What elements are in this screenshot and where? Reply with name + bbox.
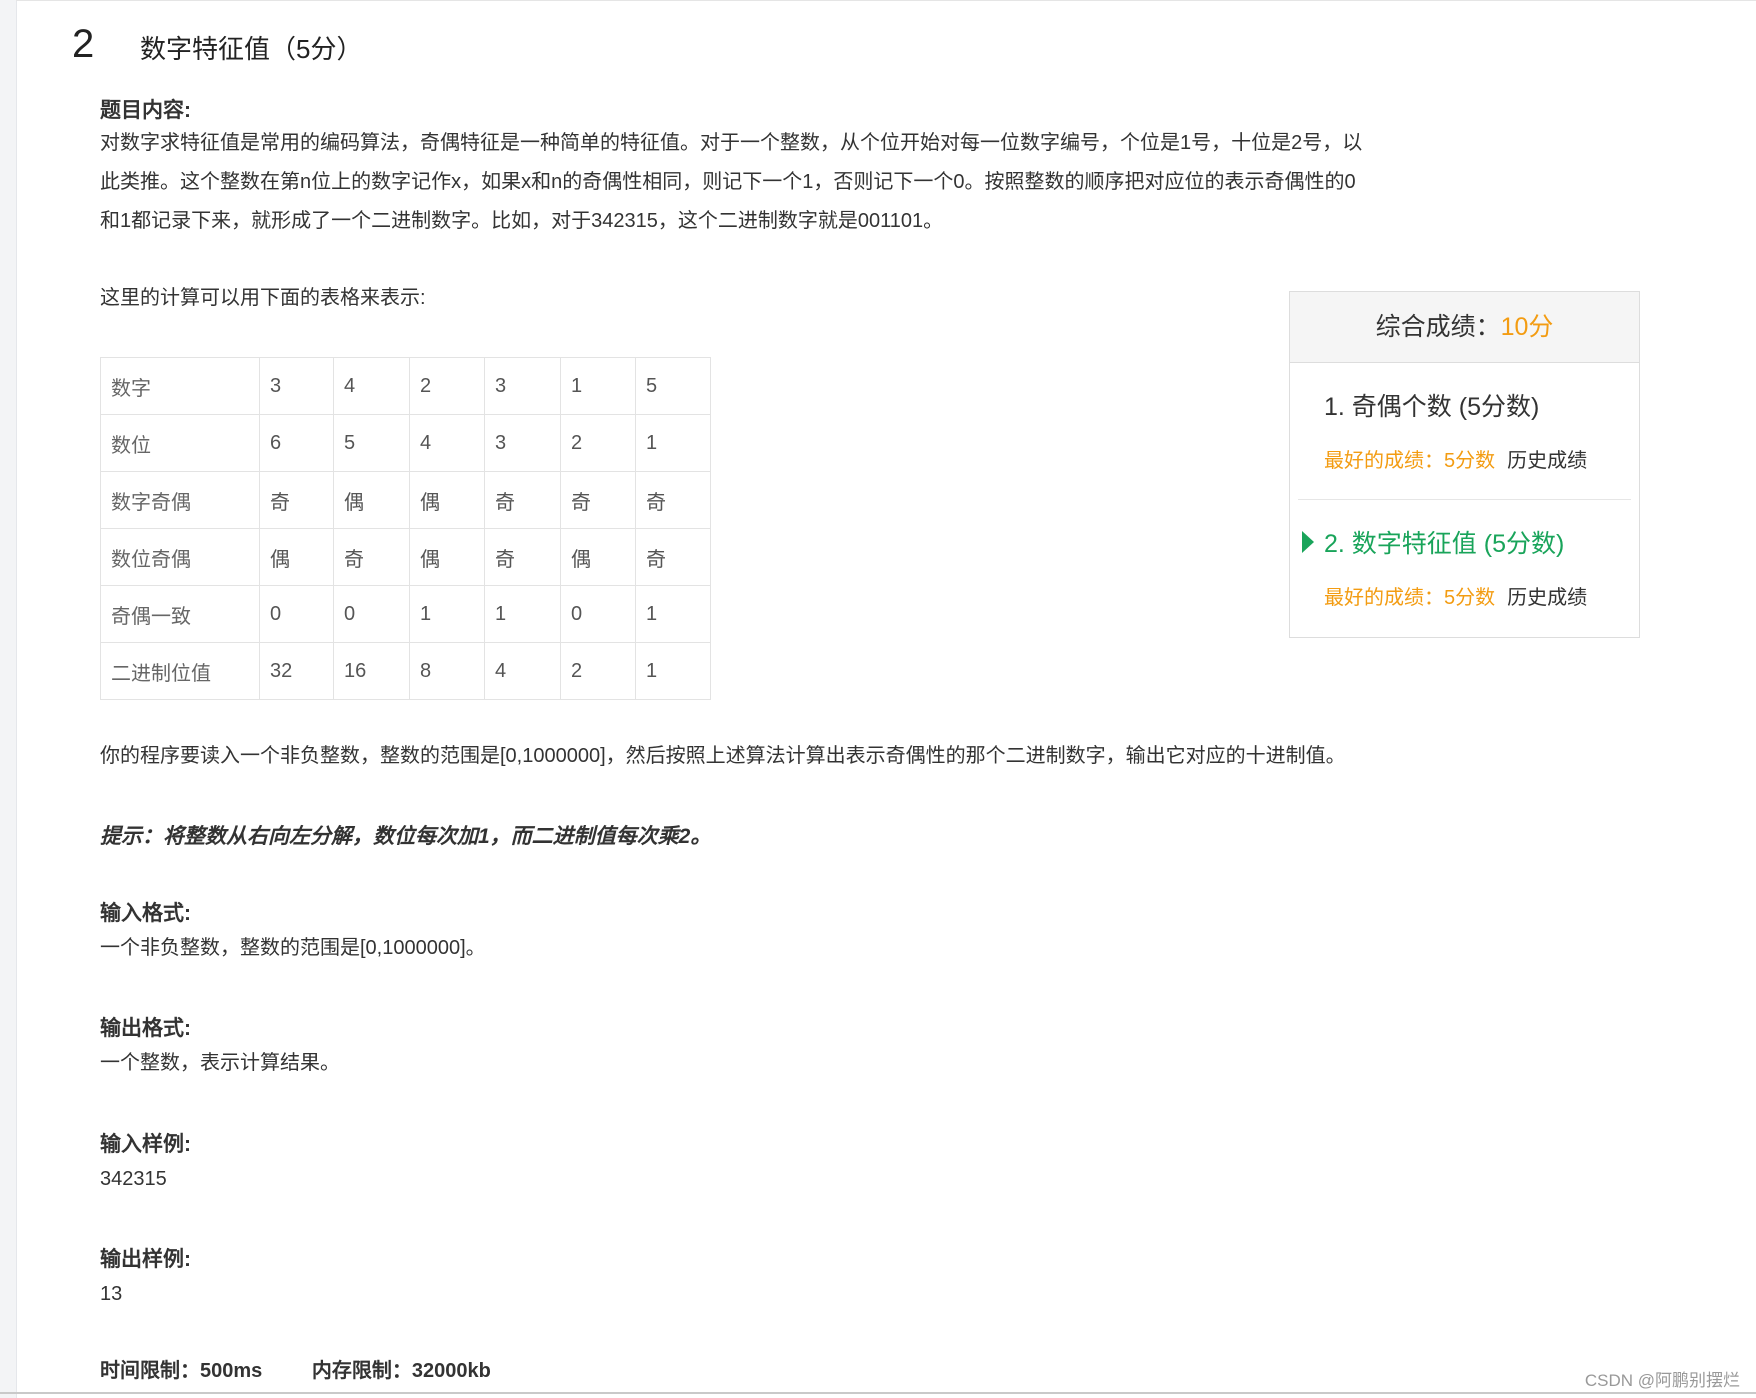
calculation-table: 数字 3 4 2 3 1 5 数位 6 5 4 3 2 1 数字奇偶奇偶偶奇奇奇数位奇偶偶奇偶奇偶奇奇偶一致… xyxy=(100,357,711,700)
best-score: 最好的成绩：5分数 xyxy=(1324,450,1496,472)
table-cell: 0 xyxy=(560,585,636,643)
table-row: 奇偶一致 0 0 1 1 0 1 xyxy=(100,585,711,643)
table-cell: 4 xyxy=(484,642,561,700)
problem-title: 数字特征值（5分） xyxy=(140,34,363,64)
table-cell: 0 xyxy=(333,585,410,643)
table-row: 数位奇偶偶奇偶奇偶奇 xyxy=(100,528,711,586)
table-intro: 这里的计算可以用下面的表格来表示: xyxy=(100,287,426,309)
problem-number: 2 xyxy=(72,22,95,66)
best-score: 最好的成绩：5分数 xyxy=(1324,587,1496,609)
table-cell: 奇 xyxy=(333,528,410,586)
score-item-2-meta: 最好的成绩：5分数 历史成绩 xyxy=(1324,581,1587,610)
table-row: 二进制位值 32 16 8 4 2 1 xyxy=(100,642,711,700)
table-cell: 2 xyxy=(409,357,485,415)
input-sample-text: 342315 xyxy=(100,1168,167,1190)
limits: 时间限制：500ms 内存限制：32000kb xyxy=(100,1354,491,1383)
score-item-2-link[interactable]: 2. 数字特征值 (5分数) xyxy=(1324,524,1564,560)
table-cell: 1 xyxy=(560,357,636,415)
table-cell: 奇 xyxy=(259,471,334,529)
bottom-border xyxy=(0,1392,1756,1394)
paragraph-line: 对数字求特征值是常用的编码算法，奇偶特征是一种简单的特征值。对于一个整数，从个位… xyxy=(100,132,1363,154)
watermark: CSDN @阿鹏别摆烂 xyxy=(1584,1371,1740,1390)
table-cell: 2 xyxy=(560,414,636,472)
time-limit: 时间限制：500ms xyxy=(100,1360,263,1382)
table-cell: 8 xyxy=(409,642,485,700)
score-item-1-meta: 最好的成绩：5分数 历史成绩 xyxy=(1324,444,1587,473)
score-header: 综合成绩：10分 xyxy=(1290,292,1639,363)
table-cell: 1 xyxy=(484,585,561,643)
left-margin-strip xyxy=(0,0,17,1398)
output-sample-heading: 输出样例: xyxy=(100,1248,191,1271)
table-cell: 奇 xyxy=(635,528,711,586)
table-cell: 5 xyxy=(333,414,410,472)
table-row: 数字奇偶奇偶偶奇奇奇 xyxy=(100,471,711,529)
table-row-label: 数字 xyxy=(100,357,260,415)
table-cell: 6 xyxy=(259,414,334,472)
table-cell: 1 xyxy=(635,642,711,700)
top-border xyxy=(16,0,1756,1)
output-format-heading: 输出格式: xyxy=(100,1017,191,1040)
table-cell: 1 xyxy=(409,585,485,643)
table-cell: 偶 xyxy=(333,471,410,529)
panel-divider xyxy=(1298,499,1631,500)
program-description: 你的程序要读入一个非负整数，整数的范围是[0,1000000]，然后按照上述算法… xyxy=(100,745,1346,767)
input-format-text: 一个非负整数，整数的范围是[0,1000000]。 xyxy=(100,937,486,959)
table-cell: 偶 xyxy=(560,528,636,586)
paragraph-line: 和1都记录下来，就形成了一个二进制数字。比如，对于342315，这个二进制数字就… xyxy=(100,210,944,232)
output-format-text: 一个整数，表示计算结果。 xyxy=(100,1052,340,1074)
table-row-label: 二进制位值 xyxy=(100,642,260,700)
history-link[interactable]: 历史成绩 xyxy=(1507,450,1587,472)
table-cell: 2 xyxy=(560,642,636,700)
table-cell: 5 xyxy=(635,357,711,415)
score-label: 综合成绩： xyxy=(1375,313,1501,341)
active-arrow-icon xyxy=(1302,531,1314,553)
table-cell: 偶 xyxy=(259,528,334,586)
input-sample-heading: 输入样例: xyxy=(100,1133,191,1156)
content-heading: 题目内容: xyxy=(100,99,191,122)
table-row-label: 奇偶一致 xyxy=(100,585,260,643)
table-row: 数字 3 4 2 3 1 5 xyxy=(100,357,711,415)
table-row-label: 数位 xyxy=(100,414,260,472)
table-row-label: 数位奇偶 xyxy=(100,528,260,586)
table-cell: 偶 xyxy=(409,528,485,586)
table-cell: 3 xyxy=(484,414,561,472)
score-item-1-link[interactable]: 1. 奇偶个数 (5分数) xyxy=(1324,387,1539,423)
paragraph-line: 此类推。这个整数在第n位上的数字记作x，如果x和n的奇偶性相同，则记下一个1，否… xyxy=(100,171,1356,193)
table-cell: 3 xyxy=(259,357,334,415)
table-cell: 偶 xyxy=(409,471,485,529)
table-row-label: 数字奇偶 xyxy=(100,471,260,529)
table-cell: 32 xyxy=(259,642,334,700)
table-cell: 奇 xyxy=(484,528,561,586)
score-panel: 综合成绩：10分 1. 奇偶个数 (5分数) 最好的成绩：5分数 历史成绩 2. … xyxy=(1289,291,1640,638)
table-row: 数位 6 5 4 3 2 1 xyxy=(100,414,711,472)
memory-limit: 内存限制：32000kb xyxy=(311,1360,491,1382)
content-paragraph: 对数字求特征值是常用的编码算法，奇偶特征是一种简单的特征值。对于一个整数，从个位… xyxy=(100,124,1362,241)
table-cell: 奇 xyxy=(484,471,561,529)
table-cell: 4 xyxy=(409,414,485,472)
table-cell: 16 xyxy=(333,642,410,700)
table-cell: 3 xyxy=(484,357,561,415)
history-link[interactable]: 历史成绩 xyxy=(1507,587,1587,609)
table-cell: 1 xyxy=(635,585,711,643)
table-cell: 4 xyxy=(333,357,410,415)
table-cell: 奇 xyxy=(635,471,711,529)
table-cell: 0 xyxy=(259,585,334,643)
score-total: 10分 xyxy=(1500,313,1554,341)
input-format-heading: 输入格式: xyxy=(100,902,191,925)
table-cell: 1 xyxy=(635,414,711,472)
output-sample-text: 13 xyxy=(100,1283,123,1305)
table-cell: 奇 xyxy=(560,471,636,529)
hint-text: 提示：将整数从右向左分解，数位每次加1，而二进制值每次乘2。 xyxy=(100,825,712,848)
